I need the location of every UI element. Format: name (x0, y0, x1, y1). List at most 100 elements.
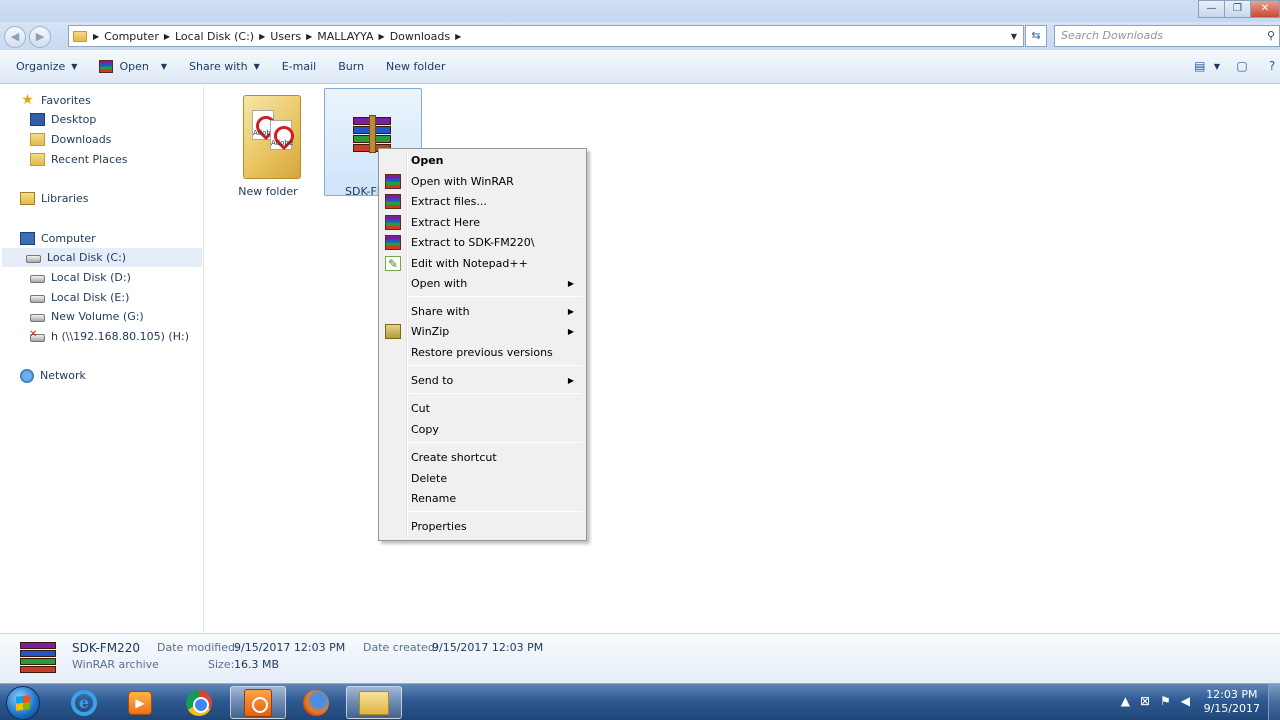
menu-extract-to[interactable]: Extract to SDK-FM220\ (381, 233, 584, 252)
taskbar-internet-explorer[interactable]: e (56, 686, 112, 719)
menu-delete[interactable]: Delete (381, 469, 584, 488)
email-button[interactable]: E-mail (271, 60, 328, 73)
taskbar-windows-explorer[interactable] (346, 686, 402, 719)
nav-label: Local Disk (E:) (51, 291, 130, 304)
caret-down-icon[interactable]: ▼ (1214, 62, 1220, 71)
title-bar: — ❐ ✕ (0, 0, 1280, 22)
firefox-icon (303, 689, 329, 716)
clock[interactable]: 12:03 PM 9/15/2017 (1204, 688, 1260, 716)
view-options-icon[interactable]: ▤ (1192, 58, 1208, 74)
taskbar-media-player[interactable]: ▶ (112, 686, 168, 719)
menu-label: Send to (411, 374, 454, 387)
folder-icon: Adobe Adobe (243, 95, 301, 179)
burn-button[interactable]: Burn (327, 60, 375, 73)
menu-open-with-winrar[interactable]: Open with WinRAR (381, 172, 584, 191)
nav-libraries[interactable]: Libraries (20, 189, 89, 208)
nav-recent-places[interactable]: Recent Places (30, 150, 128, 169)
nav-network[interactable]: Network (20, 366, 86, 385)
breadcrumb-users[interactable]: Users (265, 30, 306, 43)
close-button[interactable]: ✕ (1250, 0, 1280, 18)
search-input[interactable]: Search Downloads ⚲ (1054, 25, 1280, 47)
organize-button[interactable]: Organize ▼ (0, 60, 88, 73)
action-center-icon[interactable]: ⚑ (1160, 694, 1171, 708)
menu-label: Open with WinRAR (411, 175, 514, 188)
caret-down-icon: ▼ (253, 62, 260, 71)
menu-extract-files[interactable]: Extract files... (381, 192, 584, 211)
menu-label: Delete (411, 472, 448, 485)
menu-properties[interactable]: Properties (381, 517, 584, 536)
new-folder-button[interactable]: New folder (375, 60, 456, 73)
forward-button[interactable]: ▶ (29, 26, 51, 48)
menu-cut[interactable]: Cut (381, 399, 584, 418)
menu-separator (409, 393, 582, 394)
submenu-arrow-icon: ▶ (567, 376, 574, 385)
taskbar-chrome[interactable] (171, 686, 227, 719)
menu-open[interactable]: Open (381, 151, 584, 170)
drive-icon (30, 313, 45, 322)
breadcrumb-computer[interactable]: Computer (99, 30, 164, 43)
details-pane: SDK-FM220 WinRAR archive Date modified: … (0, 633, 1280, 683)
menu-extract-here[interactable]: Extract Here (381, 213, 584, 232)
back-button[interactable]: ◀ (4, 26, 26, 48)
nav-drive-h[interactable]: h (\\192.168.80.105) (H:) (29, 327, 189, 346)
search-icon[interactable]: ⚲ (1267, 26, 1275, 46)
address-bar[interactable]: ▶ Computer ▶ Local Disk (C:) ▶ Users ▶ M… (68, 25, 1024, 47)
nav-drive-g[interactable]: New Volume (G:) (30, 307, 144, 326)
menu-separator (409, 511, 582, 512)
clock-date: 9/15/2017 (1203, 702, 1260, 715)
menu-copy[interactable]: Copy (381, 420, 584, 439)
nav-label: Desktop (51, 113, 97, 126)
breadcrumb-downloads[interactable]: Downloads (385, 30, 455, 43)
downloads-folder-icon (30, 133, 45, 146)
menu-create-shortcut[interactable]: Create shortcut (381, 448, 584, 467)
menu-rename[interactable]: Rename (381, 489, 584, 508)
winrar-archive-icon (353, 115, 391, 153)
menu-send-to[interactable]: Send to ▶ (381, 371, 584, 390)
help-icon[interactable]: ? (1264, 58, 1280, 74)
media-player-icon: ▶ (128, 690, 152, 715)
menu-restore-previous-versions[interactable]: Restore previous versions (381, 343, 584, 362)
open-button[interactable]: Open ▼ (88, 60, 178, 73)
nav-favorites[interactable]: ★ Favorites (20, 91, 90, 110)
preview-pane-icon[interactable]: ▢ (1234, 58, 1250, 74)
taskbar-recorder-app[interactable] (230, 686, 286, 719)
nav-desktop[interactable]: Desktop (30, 110, 96, 129)
nav-downloads[interactable]: Downloads (30, 130, 111, 149)
show-desktop-button[interactable] (1268, 684, 1280, 720)
menu-edit-notepad[interactable]: Edit with Notepad++ (381, 254, 584, 274)
refresh-button[interactable]: ⇆ (1025, 25, 1047, 47)
menu-open-with[interactable]: Open with ▶ (381, 274, 584, 293)
volume-icon[interactable]: ◀ (1181, 694, 1190, 708)
file-item-new-folder[interactable]: Adobe Adobe New folder (219, 89, 317, 198)
file-name: New folder (238, 185, 298, 198)
network-tray-icon[interactable]: ⊠ (1140, 694, 1150, 708)
nav-drive-d[interactable]: Local Disk (D:) (30, 268, 131, 287)
share-with-button[interactable]: Share with ▼ (178, 60, 271, 73)
menu-label: Create shortcut (411, 451, 497, 464)
menu-label: Extract Here (411, 216, 480, 229)
breadcrumb-local-disk[interactable]: Local Disk (C:) (170, 30, 259, 43)
breadcrumb-user[interactable]: MALLAYYA (312, 30, 378, 43)
taskbar-firefox[interactable] (288, 686, 344, 719)
menu-label: Properties (411, 520, 467, 533)
show-hidden-icons-icon[interactable]: ▲ (1121, 694, 1130, 708)
submenu-arrow-icon: ▶ (567, 307, 574, 316)
menu-separator (409, 442, 582, 443)
menu-label: Rename (411, 492, 457, 505)
disconnected-network-drive-icon (29, 329, 45, 342)
maximize-button[interactable]: ❐ (1224, 0, 1251, 18)
taskbar: e ▶ ▲ ⊠ ⚑ ◀ 12:03 PM 9/15/2017 (0, 683, 1280, 720)
nav-label: Local Disk (D:) (51, 271, 131, 284)
network-icon (20, 368, 34, 383)
start-button[interactable] (6, 686, 40, 720)
winrar-icon (385, 235, 401, 250)
menu-share-with[interactable]: Share with ▶ (381, 302, 584, 321)
nav-drive-c[interactable]: Local Disk (C:) (2, 248, 202, 267)
minimize-button[interactable]: — (1198, 0, 1225, 18)
nav-drive-e[interactable]: Local Disk (E:) (30, 288, 129, 307)
address-dropdown-button[interactable]: ▼ (1005, 32, 1023, 41)
context-menu: Open Open with WinRAR Extract files... E… (378, 148, 587, 541)
nav-computer[interactable]: Computer (20, 229, 96, 248)
system-tray: ▲ ⊠ ⚑ ◀ (1121, 694, 1190, 708)
menu-winzip[interactable]: WinZip ▶ (381, 322, 584, 341)
